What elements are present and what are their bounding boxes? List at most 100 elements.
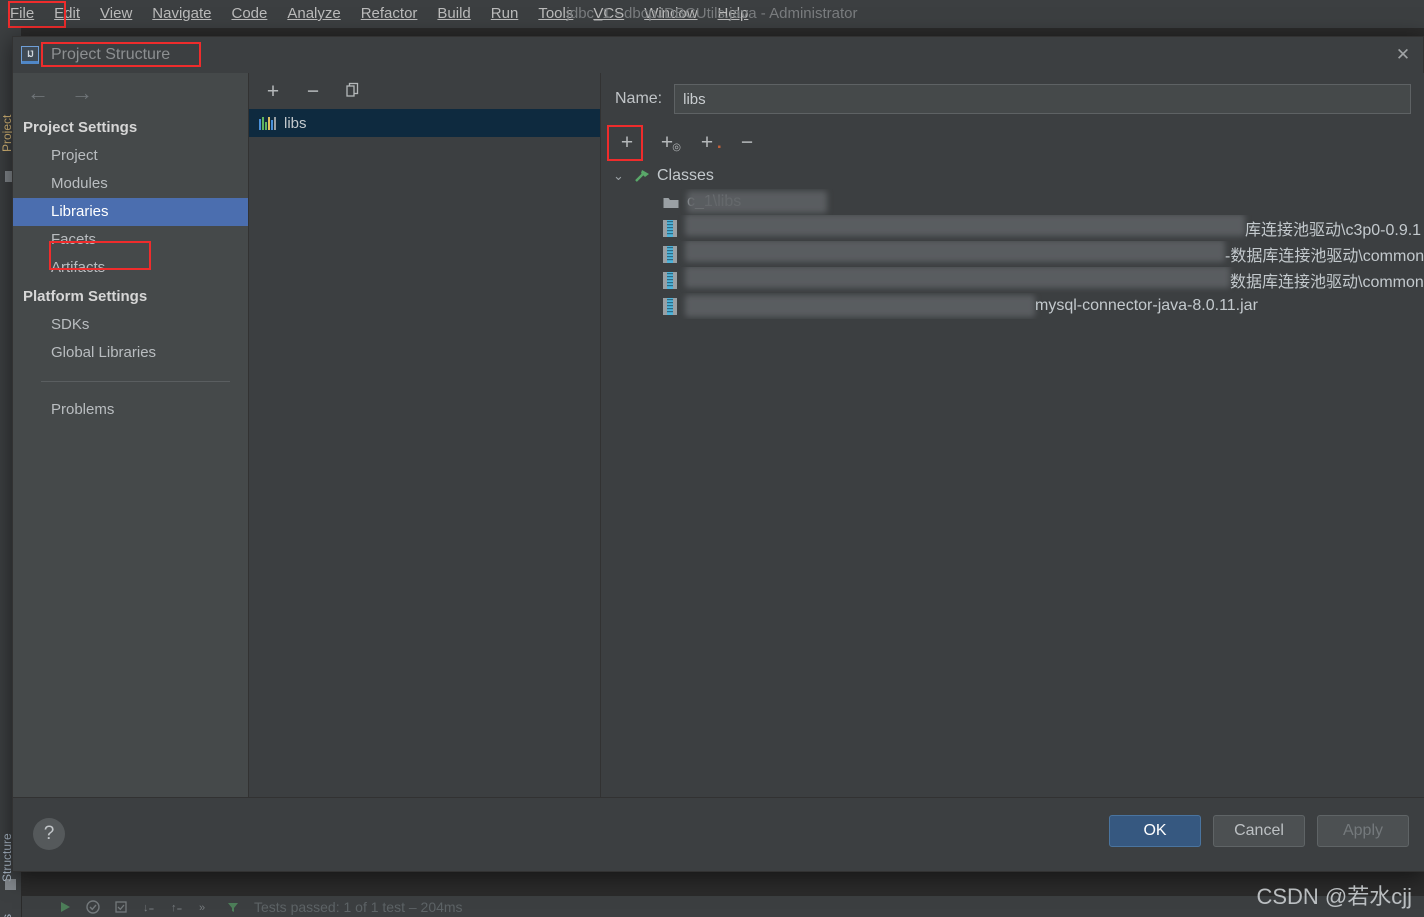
- sort-icon[interactable]: »: [198, 900, 212, 914]
- add-file-button[interactable]: +: [615, 131, 639, 155]
- intellij-idea-icon: IJ: [21, 46, 39, 64]
- menu-item-run[interactable]: Run: [481, 0, 529, 28]
- jar-icon: [663, 271, 677, 289]
- menu-help-label: Help: [717, 5, 749, 22]
- settings-sidebar: ← → Project Settings Project Modules Lib…: [13, 73, 249, 835]
- redacted-path-segment: [685, 241, 1225, 262]
- folder-badge-icon: ▪: [717, 142, 721, 153]
- entry-path: 数据库连接池驱动\commons: [685, 267, 1424, 292]
- dialog-footer: ? OK Cancel Apply: [13, 797, 1424, 871]
- back-arrow-icon[interactable]: ←: [27, 82, 49, 104]
- library-list-item-libs[interactable]: libs: [249, 109, 600, 137]
- menu-item-help[interactable]: Help: [708, 0, 759, 28]
- help-button[interactable]: ?: [33, 818, 65, 850]
- entry-path: mysql-connector-java-8.0.11.jar: [685, 295, 1258, 317]
- list-item[interactable]: 库连接池驱动\c3p0-0.9.1: [601, 215, 1424, 241]
- sidebar-item-sdks[interactable]: SDKs: [13, 311, 248, 339]
- add-library-button[interactable]: +: [263, 81, 283, 102]
- jar-icon: [663, 297, 677, 315]
- menu-window-label: Window: [644, 5, 698, 22]
- library-bars-icon: [259, 116, 276, 130]
- entry-path: c_1\libs: [687, 191, 827, 213]
- menu-item-build[interactable]: Build: [427, 0, 480, 28]
- list-item[interactable]: -数据库连接池驱动\commons: [601, 241, 1424, 267]
- run-icon[interactable]: [58, 900, 72, 914]
- dialog-title-highlight-box: [41, 42, 201, 67]
- menu-bar: File Edit View Navigate Code Analyze Ref…: [0, 0, 1424, 28]
- file-menu-highlight-box: [8, 1, 66, 28]
- svg-text:↓₌: ↓₌: [143, 902, 155, 914]
- menu-navigate-label: Navigate: [152, 5, 212, 22]
- jar-icon: [663, 219, 677, 237]
- redacted-path-segment: [685, 215, 1245, 236]
- copy-library-button[interactable]: [343, 81, 363, 102]
- menu-item-vcs[interactable]: VCS: [583, 0, 634, 28]
- tree-node-classes-label: Classes: [657, 167, 714, 184]
- menu-item-refactor[interactable]: Refactor: [351, 0, 428, 28]
- apply-button[interactable]: Apply: [1317, 815, 1409, 847]
- menu-tools-label: Tools: [538, 5, 574, 22]
- sidebar-item-global-libraries[interactable]: Global Libraries: [13, 339, 248, 367]
- hammer-icon: [633, 168, 651, 184]
- sidebar-item-modules[interactable]: Modules: [13, 170, 248, 198]
- sidebar-group-project-settings: Project Settings: [23, 119, 138, 136]
- menu-build-label: Build: [437, 5, 471, 22]
- expand-icon[interactable]: ↓₌: [142, 900, 156, 914]
- folder-icon: [663, 196, 679, 209]
- sidebar-divider: [41, 381, 230, 382]
- menu-item-analyze[interactable]: Analyze: [277, 0, 350, 28]
- menu-item-window[interactable]: Window: [634, 0, 707, 28]
- sidebar-item-facets[interactable]: Facets: [13, 226, 248, 254]
- entry-path: 库连接池驱动\c3p0-0.9.1: [685, 215, 1421, 240]
- redacted-path-segment: [685, 267, 1230, 288]
- status-bar: ↓₌ ↑₌ » Tests passed: 1 of 1 test – 204m…: [22, 896, 1424, 917]
- name-label: Name:: [615, 90, 663, 107]
- ok-button[interactable]: OK: [1109, 815, 1201, 847]
- forward-arrow-icon[interactable]: →: [71, 82, 93, 104]
- jar-icon: [663, 245, 677, 263]
- list-item[interactable]: c_1\libs: [601, 189, 1424, 215]
- library-name-input[interactable]: [674, 84, 1411, 114]
- library-list-panel: + − libs: [249, 73, 601, 835]
- menu-item-code[interactable]: Code: [221, 0, 277, 28]
- sidebar-group-platform-settings: Platform Settings: [23, 288, 148, 305]
- filter-icon[interactable]: [226, 900, 240, 914]
- menu-item-tools[interactable]: Tools: [528, 0, 583, 28]
- list-item[interactable]: 数据库连接池驱动\commons: [601, 267, 1424, 293]
- add-directory-button[interactable]: + ▪: [695, 131, 721, 155]
- dialog-title-bar: IJ Project Structure ✕: [13, 37, 1423, 73]
- checkmark-icon-1[interactable]: [86, 899, 100, 914]
- redacted-path-segment: [687, 191, 827, 213]
- remove-library-button[interactable]: −: [303, 81, 323, 102]
- remove-entry-button[interactable]: −: [735, 131, 759, 155]
- menu-code-label: Code: [231, 5, 268, 22]
- menu-item-navigate[interactable]: Navigate: [142, 0, 221, 28]
- library-list-item-label: libs: [284, 114, 307, 132]
- library-roots-toolbar: + + ◎ + ▪ −: [601, 125, 1424, 161]
- tool-tab-tests[interactable]: Tests: [0, 908, 22, 917]
- close-icon[interactable]: ✕: [1393, 45, 1413, 65]
- checkmark-icon-2[interactable]: [114, 900, 128, 914]
- sidebar-item-problems[interactable]: Problems: [13, 396, 248, 424]
- menu-view-label: View: [100, 5, 133, 22]
- svg-text:»: »: [199, 902, 205, 914]
- menu-analyze-label: Analyze: [287, 5, 341, 22]
- sidebar-item-artifacts[interactable]: Artifacts: [13, 254, 248, 282]
- screen: j File Edit View Navigate Code Analyze R…: [0, 0, 1424, 917]
- menu-item-view[interactable]: View: [90, 0, 142, 28]
- entry-path-text: 数据库连接池驱动\commons: [1230, 274, 1424, 291]
- collapse-icon[interactable]: ↑₌: [170, 900, 184, 914]
- library-details-panel: Name: + +◎ +▪ − ⌄: [601, 73, 1424, 835]
- project-structure-dialog: IJ Project Structure ✕ ← → Project Setti…: [12, 36, 1424, 872]
- list-item[interactable]: mysql-connector-java-8.0.11.jar: [601, 293, 1424, 319]
- cancel-button[interactable]: Cancel: [1213, 815, 1305, 847]
- add-from-repository-button[interactable]: + ◎: [655, 131, 681, 155]
- entry-path: -数据库连接池驱动\commons: [685, 241, 1424, 266]
- sidebar-item-libraries[interactable]: Libraries: [13, 198, 248, 226]
- sidebar-item-project[interactable]: Project: [13, 142, 248, 170]
- library-roots-tree: ⌄ Classes c_1\libs: [601, 161, 1424, 319]
- test-status-text: Tests passed: 1 of 1 test – 204ms: [254, 898, 463, 915]
- watermark: CSDN @若水cjj: [1256, 884, 1412, 909]
- tree-node-classes[interactable]: ⌄ Classes: [601, 163, 1424, 189]
- chevron-down-icon[interactable]: ⌄: [613, 168, 627, 184]
